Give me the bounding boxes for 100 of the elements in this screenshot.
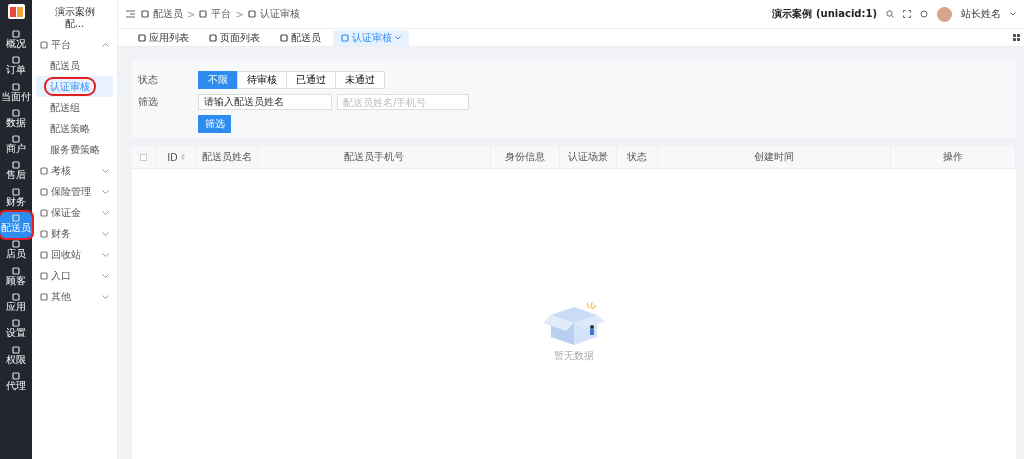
tab-icon (138, 34, 146, 42)
chevron-down-icon (102, 210, 109, 215)
menu-item-icon (12, 214, 20, 223)
rail-item[interactable]: 财务 (0, 185, 32, 213)
tab-icon (341, 34, 349, 42)
menu-item[interactable]: 服务费策略 (36, 139, 113, 160)
group-icon (40, 166, 48, 175)
search-field[interactable]: 配送员姓名/手机号 (337, 94, 469, 110)
search-icon[interactable] (886, 10, 894, 18)
page-tab[interactable]: 页面列表 (201, 30, 268, 46)
filter-label: 筛选 (138, 95, 159, 109)
page-tab[interactable]: 应用列表 (130, 30, 197, 46)
group-icon (40, 187, 48, 196)
chevron-down-icon (102, 231, 109, 236)
menu-item-icon (12, 240, 20, 249)
rail-item[interactable]: 设置 (0, 317, 32, 344)
rail-item[interactable]: 店员 (0, 238, 32, 265)
rail-item[interactable]: 售后 (0, 159, 32, 186)
chevron-down-icon (102, 273, 109, 278)
column-header: ID (167, 151, 178, 163)
menu-item-icon (12, 187, 20, 196)
status-option[interactable]: 未通过 (335, 71, 385, 89)
checkbox[interactable] (140, 153, 147, 161)
crumb-icon (247, 10, 256, 18)
chevron-down-icon (102, 294, 109, 299)
menu-group[interactable]: 平台 (36, 34, 113, 55)
chevron-down-icon (102, 189, 109, 194)
menu-item-icon (12, 345, 20, 354)
column-header: 配送员姓名 (202, 150, 252, 164)
status-option[interactable]: 待审核 (237, 71, 287, 89)
menu-item-icon (12, 371, 20, 380)
menu-group[interactable]: 保证金 (36, 202, 113, 223)
tab-icon (280, 34, 288, 42)
name-field[interactable]: 请输入配送员姓名 (198, 94, 332, 110)
status-option[interactable]: 已通过 (286, 71, 336, 89)
grid-icon[interactable] (1013, 34, 1020, 41)
chevron-down-icon (102, 252, 109, 257)
column-header: 配送员手机号 (344, 150, 404, 164)
menu-item-icon (12, 161, 20, 170)
refresh-icon[interactable] (920, 10, 928, 18)
menu-group[interactable]: 入口 (36, 265, 113, 286)
rail-item[interactable]: 顾客 (0, 264, 32, 291)
chevron-down-icon (395, 36, 401, 40)
rail-item[interactable]: 概况 (0, 28, 32, 55)
fullscreen-icon[interactable] (903, 10, 911, 18)
shop-name: 演示案例 (uniacid:1) (772, 7, 877, 21)
menu-group[interactable]: 回收站 (36, 244, 113, 265)
column-header: 操作 (943, 150, 963, 164)
menu-item[interactable]: 配送组 (36, 97, 113, 118)
chevron-down-icon (102, 168, 109, 173)
empty-text: 暂无数据 (554, 349, 594, 363)
group-icon (40, 271, 48, 280)
menu-item[interactable]: 配送员 (36, 55, 113, 76)
menu-item[interactable]: 配送策略 (36, 118, 113, 139)
rail-item[interactable]: 当面付 (0, 80, 32, 107)
breadcrumb-item[interactable]: 认证审核 (259, 7, 300, 21)
chevron-up-icon (102, 42, 109, 47)
column-header: 状态 (627, 150, 647, 164)
breadcrumb-item[interactable]: 配送员 (153, 7, 183, 21)
menu-item-icon (12, 56, 20, 65)
group-icon (40, 40, 48, 49)
breadcrumb-separator: > (187, 8, 196, 20)
column-header: 认证场景 (568, 150, 608, 164)
column-header: 身份信息 (505, 150, 545, 164)
breadcrumb-item[interactable]: 平台 (211, 7, 232, 21)
chevron-down-icon (1010, 12, 1016, 16)
menu-group[interactable]: 其他 (36, 286, 113, 307)
group-icon (40, 292, 48, 301)
shop-title: 演示案例配... (54, 5, 95, 31)
group-icon (40, 250, 48, 259)
group-icon (40, 229, 48, 238)
crumb-icon (141, 10, 149, 18)
menu-group[interactable]: 保险管理 (36, 181, 113, 202)
rail-item[interactable]: 代理 (0, 369, 32, 397)
empty-box-drawing (541, 301, 607, 345)
rail-item[interactable]: 商户 (0, 133, 32, 160)
page-tab[interactable]: 配送员 (272, 30, 329, 46)
menu-group[interactable]: 考核 (36, 160, 113, 181)
column-header: 创建时间 (754, 150, 794, 164)
status-label: 状态 (138, 73, 159, 87)
menu-item-icon (12, 82, 20, 91)
user-avatar[interactable] (937, 6, 952, 22)
menu-item-icon (12, 319, 20, 328)
group-icon (40, 208, 48, 217)
menu-fold-icon[interactable] (126, 10, 135, 18)
tab-icon (209, 34, 217, 42)
rail-item[interactable]: 订单 (0, 54, 32, 81)
logo-icon (9, 6, 23, 17)
rail-item[interactable]: 应用 (0, 290, 32, 318)
breadcrumb-separator: > (235, 8, 244, 20)
menu-group[interactable]: 财务 (36, 223, 113, 244)
user-name[interactable]: 站长姓名 (961, 7, 1001, 21)
rail-item[interactable]: 权限 (0, 343, 32, 370)
menu-item-icon (12, 30, 20, 38)
menu-item-icon (12, 292, 20, 301)
menu-item-icon (12, 108, 20, 117)
menu-item-icon (12, 135, 20, 144)
menu-item-icon (12, 266, 20, 275)
rail-item[interactable]: 数据 (0, 106, 32, 134)
crumb-icon (199, 10, 208, 18)
